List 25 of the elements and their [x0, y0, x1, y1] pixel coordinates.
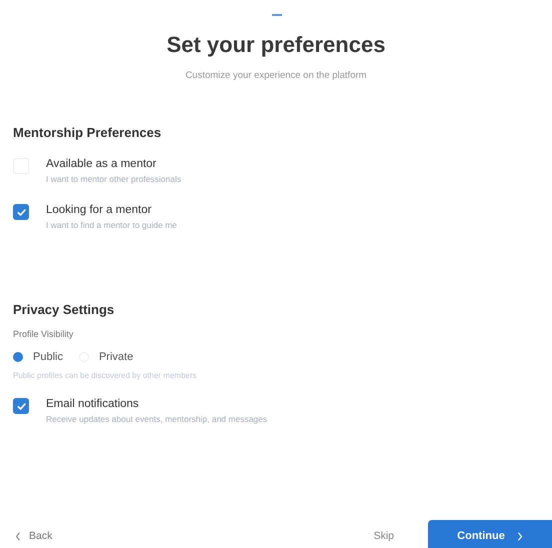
chevron-left-icon [15, 532, 21, 540]
checkbox-label: Available as a mentor [46, 158, 158, 170]
page-subtitle: Customize your experience on the platform [184, 70, 368, 81]
section-heading: Mentorship Preferences [13, 125, 162, 140]
checkbox-label: Email notifications [46, 398, 140, 410]
checkbox[interactable] [13, 398, 29, 414]
hint-text: Public profiles can be discovered by other members [13, 371, 198, 380]
radio-label: Private [98, 351, 134, 363]
checkbox-description: I want to find a mentor to guide me [46, 220, 177, 230]
field-label: Profile Visibility [13, 329, 74, 339]
checkbox-description: I want to mentor other professionals [46, 174, 182, 184]
checkbox-label: Looking for a mentor [46, 204, 152, 216]
check-icon [16, 206, 26, 218]
radio-button[interactable] [13, 352, 23, 362]
back-button[interactable]: Back [13, 530, 52, 548]
checkbox-description: Receive updates about events, mentorship, and messages [46, 414, 268, 424]
page-title: Set your preferences [166, 32, 386, 58]
checkbox[interactable] [13, 204, 29, 220]
radio-label: Public [33, 351, 63, 363]
progress-indicator [272, 14, 282, 16]
continue-button[interactable]: Continue [428, 520, 552, 548]
skip-button[interactable]: Skip [374, 530, 394, 548]
check-icon [16, 400, 26, 412]
section-heading: Privacy Settings [13, 302, 116, 317]
chevron-right-icon [516, 532, 523, 540]
